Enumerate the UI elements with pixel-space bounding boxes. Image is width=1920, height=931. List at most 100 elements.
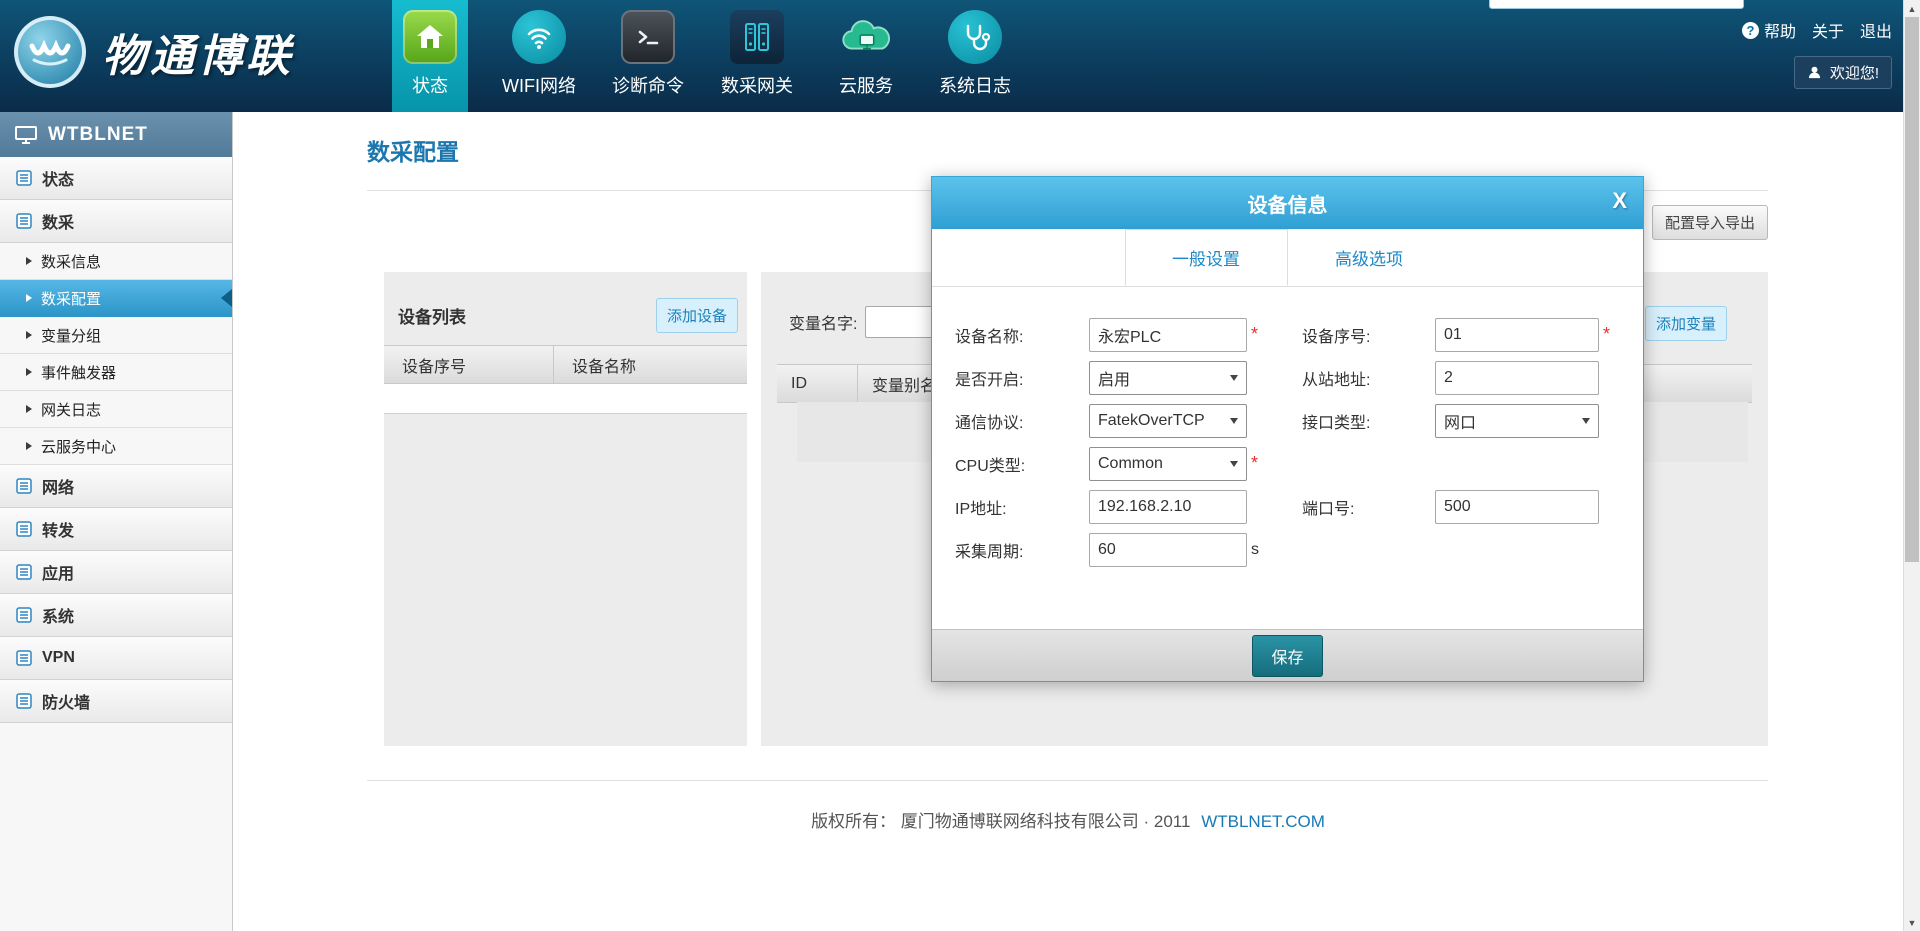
footer-divider	[367, 780, 1768, 781]
nav-label: 系统日志	[937, 72, 1013, 98]
brand-logo: 物通博联	[14, 16, 294, 88]
sidebar-item-label: 数采配置	[41, 288, 101, 309]
page-title: 数采配置	[367, 133, 1903, 167]
slave-addr-input[interactable]	[1435, 361, 1599, 395]
sidebar-item-label: 转发	[42, 517, 74, 541]
scroll-up-icon[interactable]: ▲	[1904, 0, 1920, 17]
list-icon	[16, 564, 32, 580]
sidebar-item-label: 系统	[42, 603, 74, 627]
save-button[interactable]: 保存	[1252, 635, 1322, 677]
close-icon[interactable]: X	[1612, 188, 1627, 214]
nav-label: 数采网关	[719, 72, 795, 98]
interface-label: 接口类型:	[1302, 409, 1435, 433]
scroll-down-icon[interactable]: ▼	[1904, 914, 1920, 931]
nav-item-syslog[interactable]: 系统日志	[937, 0, 1013, 112]
vertical-scrollbar[interactable]: ▲ ▼	[1903, 0, 1920, 931]
footer-link[interactable]: WTBLNET.COM	[1201, 812, 1325, 831]
device-table-header: 设备序号 设备名称	[384, 345, 747, 384]
interface-select[interactable]: 网口	[1435, 404, 1599, 438]
sidebar-item-firewall[interactable]: 防火墙	[0, 680, 232, 723]
sidebar-item-network[interactable]: 网络	[0, 465, 232, 508]
nav-item-diagnose[interactable]: 诊断命令	[610, 0, 686, 112]
device-name-input[interactable]	[1089, 318, 1247, 352]
help-link[interactable]: ? 帮助	[1742, 18, 1796, 42]
logout-link[interactable]: 退出	[1860, 18, 1892, 42]
chevron-down-icon	[1230, 418, 1238, 424]
device-col-name: 设备名称	[554, 346, 747, 383]
sidebar-item-system[interactable]: 系统	[0, 594, 232, 637]
ip-address-input[interactable]	[1089, 490, 1247, 524]
sidebar-item-datacollect-config[interactable]: 数采配置	[0, 280, 232, 317]
protocol-select[interactable]: FatekOverTCP	[1089, 404, 1247, 438]
sidebar-item-forward[interactable]: 转发	[0, 508, 232, 551]
form-row: 采集周期: s	[932, 528, 1643, 571]
device-no-label: 设备序号:	[1302, 323, 1435, 347]
add-device-button[interactable]: 添加设备	[656, 298, 738, 333]
form-row: 设备名称: * 设备序号: *	[932, 313, 1643, 356]
about-label: 关于	[1812, 18, 1844, 42]
user-icon	[1807, 65, 1822, 80]
footer: 版权所有： 厦门物通博联网络科技有限公司 · 2011 WTBLNET.COM	[233, 807, 1903, 832]
cpu-type-select[interactable]: Common	[1089, 447, 1247, 481]
enabled-select-value: 启用	[1098, 366, 1130, 390]
nav-item-status[interactable]: 状态	[392, 0, 468, 112]
triangle-icon	[26, 405, 32, 413]
sidebar-item-datacollect-info[interactable]: 数采信息	[0, 243, 232, 280]
sidebar-item-application[interactable]: 应用	[0, 551, 232, 594]
sidebar-title: WTBLNET	[48, 124, 148, 146]
sidebar-item-variable-group[interactable]: 变量分组	[0, 317, 232, 354]
list-icon	[16, 478, 32, 494]
sidebar-item-label: VPN	[42, 649, 75, 667]
sidebar-item-cloud-center[interactable]: 云服务中心	[0, 428, 232, 465]
sidebar-item-event-trigger[interactable]: 事件触发器	[0, 354, 232, 391]
sidebar-item-label: 网关日志	[41, 399, 101, 420]
sidebar-item-vpn[interactable]: VPN	[0, 637, 232, 680]
sidebar-item-label: 事件触发器	[41, 362, 116, 383]
help-icon: ?	[1742, 22, 1759, 39]
nav-item-cloud[interactable]: 云服务	[828, 0, 904, 112]
header-search-input[interactable]	[1489, 0, 1744, 9]
enabled-select[interactable]: 启用	[1089, 361, 1247, 395]
sidebar-item-label: 变量分组	[41, 325, 101, 346]
copyright-text: 版权所有： 厦门物通博联网络科技有限公司 · 2011	[811, 812, 1190, 831]
home-icon	[403, 10, 457, 64]
tab-advanced-options[interactable]: 高级选项	[1288, 229, 1451, 286]
period-unit-label: s	[1251, 541, 1259, 559]
sidebar-item-label: 防火墙	[42, 689, 90, 713]
sidebar-item-datacollect[interactable]: 数采	[0, 200, 232, 243]
device-info-dialog: 设备信息 X 一般设置 高级选项 设备名称: * 设备序号: * 是否开启: 启…	[931, 176, 1644, 682]
required-mark: *	[1251, 324, 1263, 345]
dialog-header[interactable]: 设备信息 X	[932, 177, 1643, 229]
enabled-label: 是否开启:	[955, 366, 1089, 390]
header-links: ? 帮助 关于 退出	[1742, 18, 1892, 42]
nav-label: 状态	[392, 72, 468, 98]
logout-label: 退出	[1860, 18, 1892, 42]
add-variable-button[interactable]: 添加变量	[1645, 306, 1727, 341]
sidebar-item-gateway-log[interactable]: 网关日志	[0, 391, 232, 428]
nav-item-gateway[interactable]: 数采网关	[719, 0, 795, 112]
config-import-export-button[interactable]: 配置导入导出	[1652, 205, 1768, 240]
cpu-type-select-value: Common	[1098, 455, 1163, 473]
about-link[interactable]: 关于	[1812, 18, 1844, 42]
sidebar-item-status[interactable]: 状态	[0, 157, 232, 200]
triangle-icon	[26, 257, 32, 265]
scrollbar-thumb[interactable]	[1905, 17, 1919, 562]
sidebar-item-label: 网络	[42, 474, 74, 498]
collect-period-input[interactable]	[1089, 533, 1247, 567]
variable-filter-label: 变量名字:	[789, 310, 857, 334]
top-header: 物通博联 状态 WIFI网络	[0, 0, 1920, 112]
device-no-input[interactable]	[1435, 318, 1599, 352]
welcome-button[interactable]: 欢迎您!	[1794, 56, 1892, 89]
tab-general-settings[interactable]: 一般设置	[1125, 229, 1288, 286]
port-input[interactable]	[1435, 490, 1599, 524]
device-table-empty-row	[384, 384, 747, 414]
wifi-icon	[512, 10, 566, 64]
dialog-form: 设备名称: * 设备序号: * 是否开启: 启用 从站地址: 通信协议: Fat…	[932, 287, 1643, 571]
active-arrow-icon	[221, 289, 232, 307]
dialog-footer: 保存	[932, 629, 1643, 681]
variable-col-id: ID	[777, 365, 858, 402]
list-icon	[16, 521, 32, 537]
required-mark: *	[1251, 453, 1263, 474]
device-name-label: 设备名称:	[955, 323, 1089, 347]
nav-item-wifi[interactable]: WIFI网络	[501, 0, 577, 112]
